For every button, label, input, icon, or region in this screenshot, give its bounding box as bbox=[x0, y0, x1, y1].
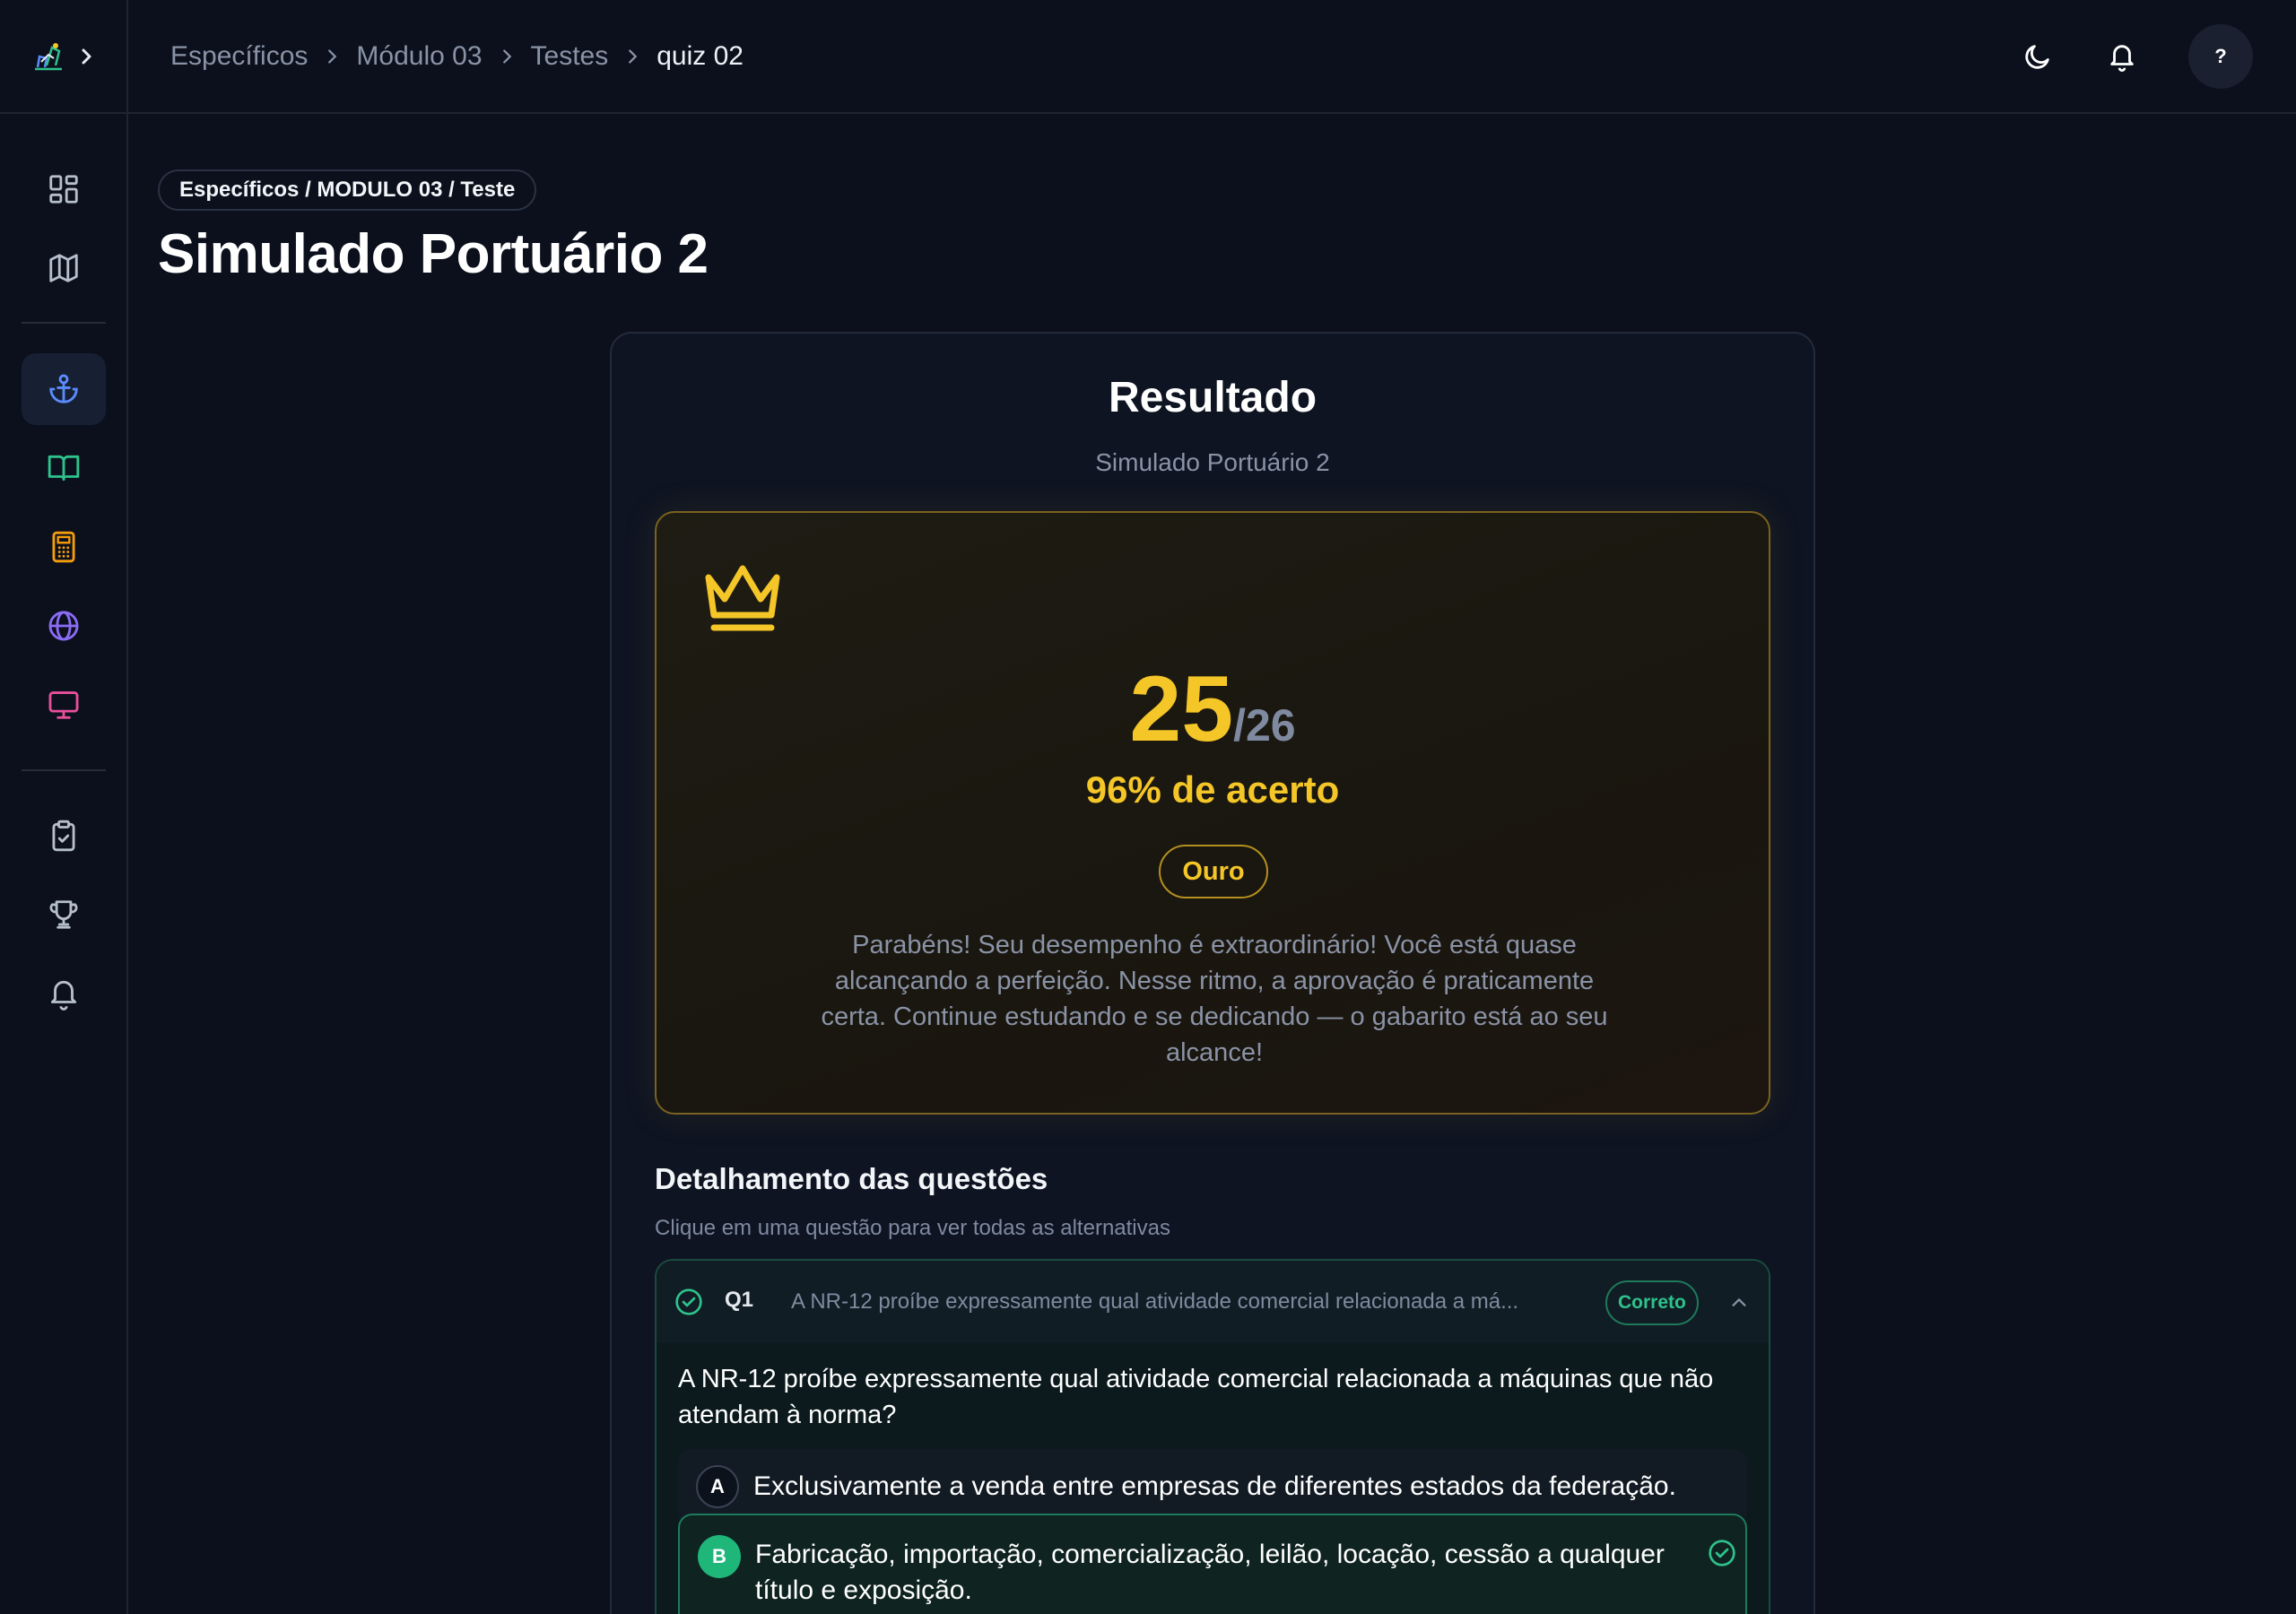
chevron-right-icon bbox=[629, 48, 638, 64]
tier-badge: Ouro bbox=[1159, 845, 1268, 898]
crown-icon bbox=[705, 565, 780, 631]
option-letter: A bbox=[696, 1465, 739, 1508]
app-logo-icon bbox=[34, 42, 62, 70]
bell-icon bbox=[2110, 45, 2134, 72]
theme-toggle-button[interactable] bbox=[2020, 39, 2056, 74]
result-subtitle: Simulado Portuário 2 bbox=[1095, 448, 1330, 476]
sidebar-item-book[interactable] bbox=[22, 432, 106, 504]
breadcrumb-item[interactable]: Específicos bbox=[170, 41, 308, 72]
breadcrumb-item[interactable]: Testes bbox=[531, 41, 609, 72]
map-icon bbox=[49, 254, 78, 282]
sidebar-item-calculator[interactable] bbox=[22, 511, 106, 583]
option-text: Exclusivamente a venda entre empresas de… bbox=[753, 1471, 1676, 1501]
score-display: 25/26 bbox=[657, 656, 1769, 763]
sidebar-toggle[interactable] bbox=[0, 0, 128, 112]
sidebar-item-globe[interactable] bbox=[22, 590, 106, 662]
sidebar-item-ranking[interactable] bbox=[22, 879, 106, 950]
top-bar: Específicos Módulo 03 Testes quiz 02 ? bbox=[0, 0, 2296, 114]
status-badge: Correto bbox=[1605, 1280, 1699, 1325]
question-preview: A NR-12 proíbe expressamente qual ativid… bbox=[791, 1289, 1519, 1314]
question-number: Q1 bbox=[725, 1288, 754, 1312]
sidebar bbox=[0, 114, 128, 1614]
option-letter: B bbox=[698, 1535, 741, 1578]
notifications-button[interactable] bbox=[2104, 39, 2140, 74]
check-circle-icon bbox=[675, 1289, 702, 1315]
result-message: Parabéns! Seu desempenho é extraordinári… bbox=[821, 931, 1608, 1067]
result-card: Resultado Simulado Portuário 2 25/26 96%… bbox=[610, 332, 1815, 1614]
monitor-icon bbox=[48, 691, 79, 719]
anchor-icon bbox=[49, 374, 78, 404]
sidebar-divider bbox=[22, 769, 106, 771]
question-text: A NR-12 proíbe expressamente qual ativid… bbox=[678, 1365, 1714, 1429]
sidebar-item-anchor[interactable] bbox=[22, 353, 106, 425]
breadcrumb-current: quiz 02 bbox=[657, 40, 744, 71]
accuracy-percent: 96% de acerto bbox=[1085, 768, 1340, 811]
score-panel: 25/26 96% de acerto Ouro Parabéns! Seu d… bbox=[655, 511, 1770, 1115]
details-title: Detalhamento das questões bbox=[655, 1162, 1048, 1195]
help-button[interactable]: ? bbox=[2188, 24, 2253, 89]
sidebar-divider bbox=[22, 322, 106, 324]
question-header[interactable]: Q1 A NR-12 proíbe expressamente qual ati… bbox=[657, 1261, 1769, 1343]
score-value: 25 bbox=[1129, 657, 1234, 761]
bell-icon bbox=[50, 980, 77, 1011]
details-hint: Clique em uma questão para ver todas as … bbox=[655, 1216, 1170, 1240]
sidebar-item-monitor[interactable] bbox=[22, 669, 106, 741]
calculator-icon bbox=[52, 531, 75, 563]
score-total: /26 bbox=[1233, 700, 1296, 751]
chevron-right-icon bbox=[502, 48, 511, 64]
check-circle-icon bbox=[1709, 1540, 1735, 1566]
sidebar-item-dashboard[interactable] bbox=[22, 153, 106, 225]
top-actions: ? bbox=[2020, 24, 2253, 89]
result-title: Resultado bbox=[1108, 374, 1318, 421]
chevron-right-icon bbox=[328, 48, 337, 64]
chevron-up-icon[interactable] bbox=[1729, 1293, 1749, 1313]
question-item: Q1 A NR-12 proíbe expressamente qual ati… bbox=[655, 1259, 1770, 1614]
breadcrumb: Específicos Módulo 03 Testes quiz 02 bbox=[170, 0, 744, 112]
option-text: Fabricação, importação, comercialização,… bbox=[755, 1540, 1665, 1605]
clipboard-check-icon bbox=[52, 820, 75, 852]
category-tag: Específicos / MODULO 03 / Teste bbox=[158, 169, 537, 211]
option-b-correct[interactable]: B Fabricação, importação, comercializaçã… bbox=[678, 1514, 1747, 1614]
chevron-right-icon bbox=[82, 48, 91, 64]
breadcrumb-item[interactable]: Módulo 03 bbox=[356, 41, 482, 72]
sidebar-item-notifications[interactable] bbox=[22, 958, 106, 1029]
moon-icon bbox=[2025, 45, 2049, 69]
trophy-icon bbox=[49, 900, 78, 929]
dashboard-icon bbox=[49, 175, 78, 204]
book-open-icon bbox=[48, 455, 80, 482]
page-title: Simulado Portuário 2 bbox=[158, 223, 709, 285]
sidebar-item-map[interactable] bbox=[22, 232, 106, 304]
sidebar-item-tests[interactable] bbox=[22, 800, 106, 872]
globe-icon bbox=[48, 611, 79, 641]
